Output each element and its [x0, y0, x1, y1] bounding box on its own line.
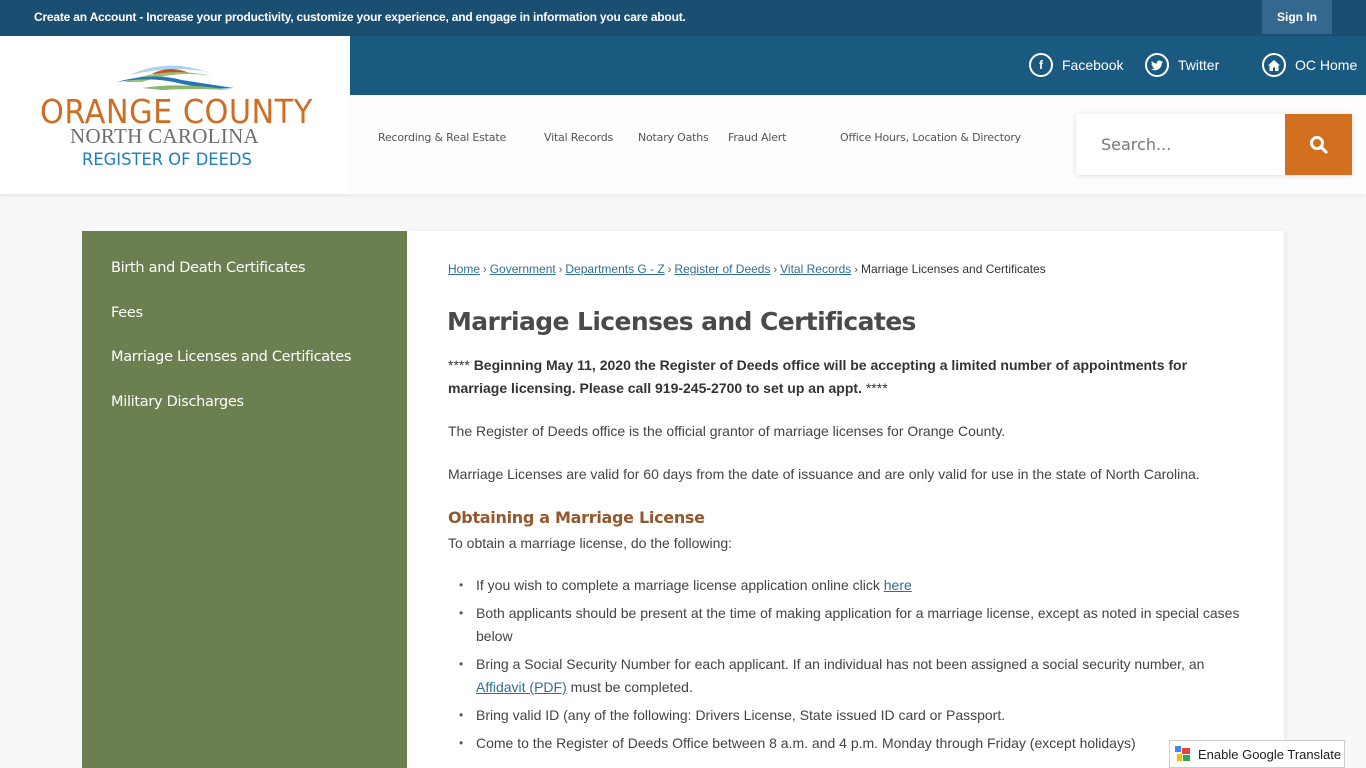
breadcrumb-government[interactable]: Government: [490, 262, 556, 276]
affidavit-pdf-link[interactable]: Affidavit (PDF): [476, 679, 567, 695]
twitter-icon: [1145, 53, 1169, 77]
nav-office-hours[interactable]: Office Hours, Location & Directory: [840, 131, 1021, 144]
list-item-text: Bring a Social Security Number for each …: [476, 656, 1205, 672]
search-box: [1076, 114, 1352, 175]
list-item: Bring valid ID (any of the following: Dr…: [459, 704, 1241, 727]
breadcrumb-vital-records[interactable]: Vital Records: [780, 262, 851, 276]
notice-suffix: ****: [865, 380, 888, 396]
top-utility-bar: Create an Account - Increase your produc…: [0, 0, 1366, 36]
notice-paragraph: **** Beginning May 11, 2020 the Register…: [448, 354, 1238, 400]
page-title: Marriage Licenses and Certificates: [447, 307, 916, 336]
search-input[interactable]: [1076, 114, 1285, 175]
breadcrumb-separator: ›: [773, 264, 778, 276]
list-item: Bring a Social Security Number for each …: [459, 653, 1241, 699]
nav-fraud-alert[interactable]: Fraud Alert: [728, 131, 786, 144]
list-item: Come to the Register of Deeds Office bet…: [459, 732, 1241, 755]
list-item-text: must be completed.: [566, 679, 693, 695]
facebook-link[interactable]: f Facebook: [1029, 53, 1123, 77]
twitter-link[interactable]: Twitter: [1145, 53, 1219, 77]
facebook-icon: f: [1029, 53, 1053, 77]
search-icon: [1309, 135, 1328, 154]
oc-home-label: OC Home: [1295, 57, 1358, 73]
breadcrumb-home[interactable]: Home: [448, 262, 480, 276]
list-item: If you wish to complete a marriage licen…: [459, 574, 1241, 597]
sign-in-button[interactable]: Sign In: [1262, 0, 1332, 34]
obtaining-license-heading: Obtaining a Marriage License: [448, 508, 705, 527]
oc-home-link[interactable]: OC Home: [1262, 53, 1357, 77]
intro-paragraph: The Register of Deeds office is the offi…: [448, 423, 1006, 439]
logo-line-department: REGISTER OF DEEDS: [82, 150, 252, 170]
breadcrumb-separator: ›: [667, 264, 672, 276]
facebook-label: Facebook: [1062, 57, 1124, 73]
sidebar-item-marriage[interactable]: Marriage Licenses and Certificates: [111, 349, 351, 365]
notice-prefix: ****: [448, 357, 470, 373]
logo-line-state: NORTH CAROLINA: [70, 124, 260, 148]
breadcrumb-departments[interactable]: Departments G - Z: [565, 262, 664, 276]
breadcrumb-register-of-deeds[interactable]: Register of Deeds: [674, 262, 770, 276]
breadcrumb-separator: ›: [558, 264, 563, 276]
home-icon: [1262, 53, 1286, 77]
nav-recording-real-estate[interactable]: Recording & Real Estate: [378, 131, 506, 144]
create-account-link[interactable]: Create an Account - Increase your produc…: [34, 10, 686, 24]
google-translate-label: Enable Google Translate: [1198, 746, 1342, 762]
list-item-text: If you wish to complete a marriage licen…: [476, 577, 884, 593]
breadcrumb-separator: ›: [483, 264, 487, 276]
content-area: Home › Government › Departments G - Z › Regist…: [407, 231, 1284, 768]
online-application-link[interactable]: here: [884, 577, 912, 593]
twitter-label: Twitter: [1178, 57, 1220, 73]
google-translate-icon: [1175, 746, 1190, 761]
logo-landscape-icon: [117, 65, 234, 90]
breadcrumb-current: Marriage Licenses and Certificates: [860, 262, 1046, 276]
breadcrumb: Home › Government › Departments G - Z › Regist…: [448, 262, 1046, 276]
list-item: Both applicants should be present at the…: [459, 602, 1241, 648]
nav-vital-records[interactable]: Vital Records: [544, 131, 613, 144]
site-logo[interactable]: ORANGE COUNTY NORTH CAROLINA REGISTER OF…: [0, 36, 350, 194]
sidebar: Birth and Death Certificates Fees Marria…: [82, 231, 407, 768]
sidebar-item-birth-death[interactable]: Birth and Death Certificates: [111, 260, 306, 276]
notice-text: Beginning May 11, 2020 the Register of D…: [448, 357, 1188, 396]
google-translate-button[interactable]: Enable Google Translate: [1169, 740, 1345, 768]
validity-paragraph: Marriage Licenses are valid for 60 days …: [448, 466, 1200, 482]
breadcrumb-separator: ›: [854, 264, 858, 276]
instructions-intro: To obtain a marriage license, do the fol…: [448, 535, 733, 551]
sidebar-item-fees[interactable]: Fees: [111, 305, 143, 321]
instructions-list: If you wish to complete a marriage licen…: [459, 574, 1241, 760]
nav-notary-oaths[interactable]: Notary Oaths: [638, 131, 709, 144]
search-button[interactable]: [1285, 114, 1352, 175]
sidebar-item-military[interactable]: Military Discharges: [111, 394, 244, 410]
